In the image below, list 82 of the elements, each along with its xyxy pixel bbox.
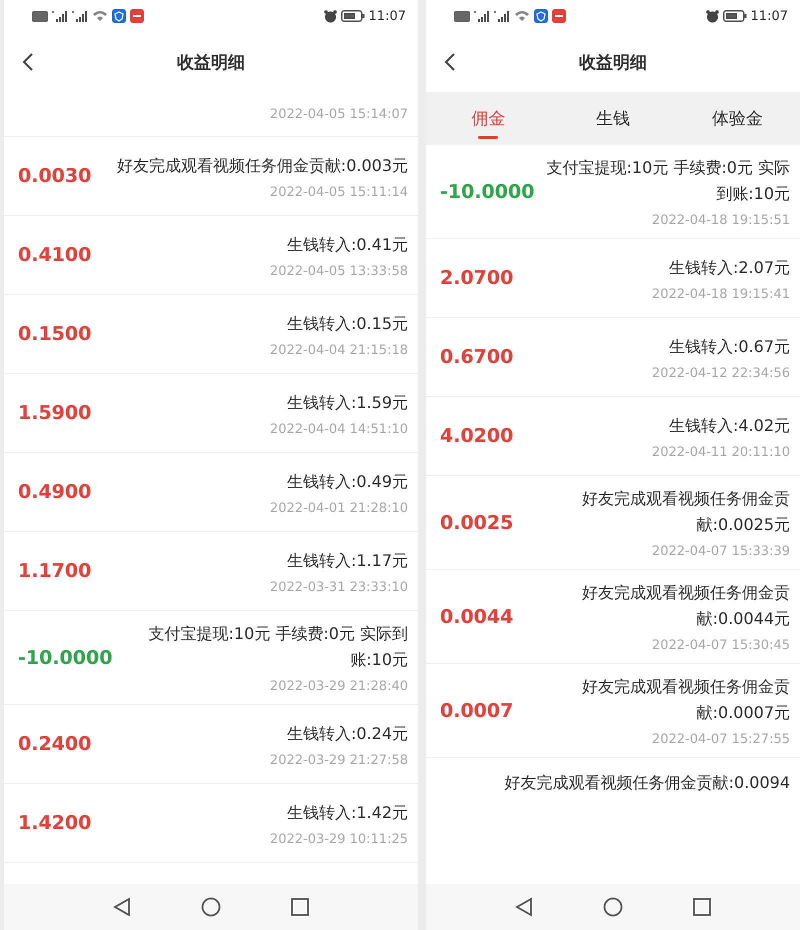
record-description: 生钱转入:1.59元 [286,392,408,414]
record-date: 2022-04-11 20:11:10 [652,444,790,460]
record-description: 好友完成观看视频任务佣金贡献:0.0025元 [581,488,790,536]
record-date: 2022-04-18 19:15:41 [652,286,790,302]
clock-time: 11:07 [368,8,406,24]
record-amount: 1.1700 [18,560,92,582]
wifi-icon [514,10,530,22]
tab[interactable]: 生钱 [550,92,676,145]
record-amount: 1.5900 [18,402,92,424]
signal-icon [72,10,88,22]
record-date: 2022-04-12 22:34:56 [652,366,790,380]
back-icon[interactable] [444,53,456,71]
back-nav-icon[interactable] [515,897,533,917]
record-description: 生钱转入:0.41元 [286,234,408,256]
record-description: 生钱转入:2.07元 [668,256,790,278]
alarm-icon [324,10,337,22]
record-date: 2022-03-31 23:33:10 [270,580,408,594]
record-description: 支付宝提现:10元 手续费:0元 实际到账:10元 [546,157,790,205]
record-description: 生钱转入:0.24元 [286,722,408,744]
record-date: 2022-04-18 19:15:51 [652,213,790,228]
record-date: 2022-03-29 21:27:58 [270,752,408,768]
record-description: 好友完成观看视频任务佣金贡献:0.003元 [116,154,408,176]
record-description: 好友完成观看视频任务佣金贡献:0.0044元 [581,582,790,630]
record-description: 生钱转入:0.15元 [286,312,408,334]
record-amount: 4.0200 [440,425,514,447]
record-date: 2022-04-05 15:11:14 [270,184,408,200]
signal-icon [52,10,68,22]
record-date: 2022-03-29 10:11:25 [270,832,408,846]
alarm-icon [706,10,719,22]
record-amount: 0.0044 [440,606,514,628]
record-description: 好友完成观看视频任务佣金贡献:0.0007元 [581,676,790,724]
hd-icon [454,10,470,22]
home-nav-icon[interactable] [603,897,623,917]
wifi-icon [92,10,108,22]
app-icon [552,9,566,23]
record-amount: 2.0700 [440,267,514,289]
recents-nav-icon[interactable] [693,898,711,916]
record-date: 2022-04-07 15:27:55 [652,732,790,747]
record-amount: 0.0007 [440,700,514,722]
record-date: 2022-04-07 15:30:45 [652,638,790,653]
record-date: 2022-03-29 21:28:40 [270,679,408,694]
battery-icon [340,10,365,22]
record-date: 2022-04-05 15:14:07 [270,106,408,122]
page-title: 收益明细 [579,52,647,74]
record-amount: -10.0000 [440,180,534,202]
record-description: 支付宝提现:10元 手续费:0元 实际到账:10元 [148,623,408,671]
tab-indicator [478,136,498,139]
record-amount: 1.4200 [18,812,92,834]
record-date: 2022-04-07 15:33:39 [652,544,790,559]
record-description: 生钱转入:1.17元 [286,550,408,572]
shield-app-icon [534,9,548,23]
record-amount: 0.0030 [18,165,92,187]
app-icon [130,9,144,23]
tab[interactable]: 佣金 [426,92,551,145]
record-amount: 0.4900 [18,481,92,503]
record-description: 好友完成观看视频任务佣金贡献:0.0094 [504,772,790,794]
signal-icon [494,10,510,22]
signal-icon [474,10,490,22]
record-description: 生钱转入:0.67元 [668,336,790,358]
record-amount: 0.2400 [18,733,92,755]
record-date: 2022-04-04 21:15:18 [270,342,408,358]
shield-app-icon [112,9,126,23]
record-description: 生钱转入:0.49元 [286,470,408,492]
record-date: 2022-04-01 21:28:10 [270,500,408,516]
record-description: 生钱转入:1.42元 [286,802,408,824]
tab[interactable]: 体验金 [675,92,800,145]
record-amount: 0.4100 [18,244,92,266]
clock-time: 11:07 [750,8,788,24]
hd-icon [32,10,48,22]
record-date: 2022-04-04 14:51:10 [270,422,408,436]
back-nav-icon[interactable] [113,897,131,917]
home-nav-icon[interactable] [201,897,221,917]
recents-nav-icon[interactable] [291,898,309,916]
page-title: 收益明细 [177,52,245,74]
battery-icon [722,10,747,22]
back-icon[interactable] [22,53,34,71]
record-amount: -10.0000 [18,646,112,668]
record-amount: 0.0025 [440,512,514,534]
record-description: 生钱转入:4.02元 [668,414,790,436]
record-amount: 0.1500 [18,323,92,345]
record-date: 2022-04-05 13:33:58 [270,264,408,278]
record-amount: 0.6700 [440,346,514,368]
